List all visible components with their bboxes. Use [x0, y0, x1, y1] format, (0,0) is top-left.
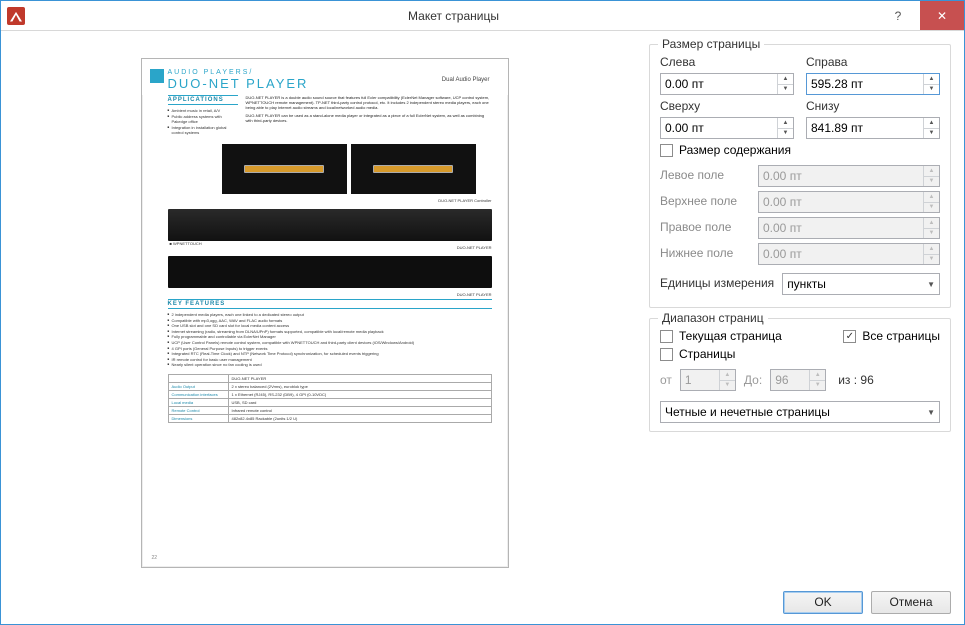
- margin-right-spinner: ▲▼: [758, 217, 940, 239]
- help-icon: ?: [895, 9, 902, 23]
- to-spinner: ▲▼: [770, 369, 826, 391]
- to-label: До:: [744, 373, 762, 387]
- chevron-up-icon: ▲: [924, 192, 939, 203]
- pages-label: Страницы: [679, 347, 735, 361]
- window-title: Макет страницы: [31, 9, 876, 23]
- from-label: от: [660, 373, 672, 387]
- margin-right-input: [759, 218, 923, 238]
- pages-checkbox[interactable]: [660, 348, 673, 361]
- current-page-checkbox-row[interactable]: Текущая страница: [660, 329, 782, 343]
- left-input[interactable]: [661, 74, 777, 94]
- parity-dropdown[interactable]: Четные и нечетные страницы ▼: [660, 401, 940, 423]
- current-page-checkbox[interactable]: [660, 330, 673, 343]
- margin-right-label: Правое поле: [660, 220, 750, 234]
- from-input: [681, 370, 719, 390]
- margin-bottom-spinner: ▲▼: [758, 243, 940, 265]
- chevron-up-icon: ▲: [924, 244, 939, 255]
- page-size-title: Размер страницы: [658, 37, 764, 51]
- ok-button[interactable]: OK: [783, 591, 863, 614]
- page-size-group: Размер страницы Слева ▲▼ Справа ▲▼ Сверх…: [649, 44, 951, 308]
- bottom-label: Снизу: [806, 99, 940, 113]
- window-buttons: ? ✕: [876, 1, 964, 30]
- app-icon: [7, 7, 25, 25]
- margin-bottom-input: [759, 244, 923, 264]
- margin-bottom-label: Нижнее поле: [660, 246, 750, 260]
- chevron-down-icon: ▼: [927, 280, 935, 289]
- chevron-down-icon: ▼: [924, 177, 939, 187]
- right-input[interactable]: [807, 74, 923, 94]
- content-size-checkbox-row[interactable]: Размер содержания: [660, 143, 940, 157]
- margin-left-spinner: ▲▼: [758, 165, 940, 187]
- content-size-label: Размер содержания: [679, 143, 791, 157]
- page-range-group: Диапазон страниц Текущая страница ✓Все с…: [649, 318, 951, 432]
- chevron-down-icon[interactable]: ▼: [778, 85, 793, 95]
- from-spinner: ▲▼: [680, 369, 736, 391]
- chevron-up-icon: ▲: [924, 218, 939, 229]
- chevron-up-icon: ▲: [720, 370, 735, 381]
- close-icon: ✕: [937, 9, 947, 23]
- chevron-down-icon: ▼: [924, 203, 939, 213]
- preview-applications-title: APPLICATIONS: [168, 95, 238, 105]
- titlebar: Макет страницы ? ✕: [1, 1, 964, 31]
- top-spinner[interactable]: ▲▼: [660, 117, 794, 139]
- parity-value: Четные и нечетные страницы: [665, 405, 830, 419]
- chevron-down-icon: ▼: [927, 408, 935, 417]
- margin-top-input: [759, 192, 923, 212]
- page-range-title: Диапазон страниц: [658, 311, 768, 325]
- bottom-spinner[interactable]: ▲▼: [806, 117, 940, 139]
- all-pages-label: Все страницы: [862, 329, 940, 343]
- preview-page-number: 22: [152, 555, 158, 561]
- chevron-up-icon[interactable]: ▲: [778, 74, 793, 85]
- chevron-down-icon: ▼: [720, 381, 735, 391]
- chevron-up-icon: ▲: [924, 166, 939, 177]
- preview-features-title: KEY FEATURES: [168, 299, 492, 309]
- top-input[interactable]: [661, 118, 777, 138]
- left-label: Слева: [660, 55, 794, 69]
- chevron-down-icon[interactable]: ▼: [778, 129, 793, 139]
- chevron-up-icon: ▲: [810, 370, 825, 381]
- units-label: Единицы измерения: [660, 276, 774, 290]
- right-label: Справа: [806, 55, 940, 69]
- preview-pane: AUDIO PLAYERS/ DUO-NET PLAYER Dual Audio…: [14, 40, 635, 575]
- chevron-down-icon: ▼: [924, 255, 939, 265]
- top-label: Сверху: [660, 99, 794, 113]
- units-value: пункты: [787, 277, 826, 291]
- chevron-up-icon[interactable]: ▲: [924, 74, 939, 85]
- to-input: [771, 370, 809, 390]
- left-spinner[interactable]: ▲▼: [660, 73, 794, 95]
- chevron-down-icon[interactable]: ▼: [924, 129, 939, 139]
- units-dropdown[interactable]: пункты ▼: [782, 273, 940, 295]
- chevron-up-icon[interactable]: ▲: [778, 118, 793, 129]
- content-size-checkbox[interactable]: [660, 144, 673, 157]
- margin-top-spinner: ▲▼: [758, 191, 940, 213]
- all-pages-checkbox[interactable]: ✓: [843, 330, 856, 343]
- of-total-label: из : 96: [838, 373, 874, 387]
- margin-top-label: Верхнее поле: [660, 194, 750, 208]
- current-page-label: Текущая страница: [679, 329, 782, 343]
- right-spinner[interactable]: ▲▼: [806, 73, 940, 95]
- chevron-down-icon[interactable]: ▼: [924, 85, 939, 95]
- bottom-input[interactable]: [807, 118, 923, 138]
- preview-subtitle: Dual Audio Player: [442, 77, 490, 83]
- pages-checkbox-row[interactable]: Страницы: [660, 347, 940, 361]
- page-preview: AUDIO PLAYERS/ DUO-NET PLAYER Dual Audio…: [141, 58, 509, 568]
- close-button[interactable]: ✕: [920, 1, 964, 30]
- help-button[interactable]: ?: [876, 1, 920, 30]
- all-pages-checkbox-row[interactable]: ✓ Все страницы: [843, 329, 940, 343]
- margin-left-input: [759, 166, 923, 186]
- margin-left-label: Левое поле: [660, 168, 750, 182]
- chevron-down-icon: ▼: [810, 381, 825, 391]
- cancel-button[interactable]: Отмена: [871, 591, 951, 614]
- chevron-up-icon[interactable]: ▲: [924, 118, 939, 129]
- dialog-footer: OK Отмена: [0, 579, 965, 625]
- preview-category: AUDIO PLAYERS/: [168, 69, 492, 76]
- chevron-down-icon: ▼: [924, 229, 939, 239]
